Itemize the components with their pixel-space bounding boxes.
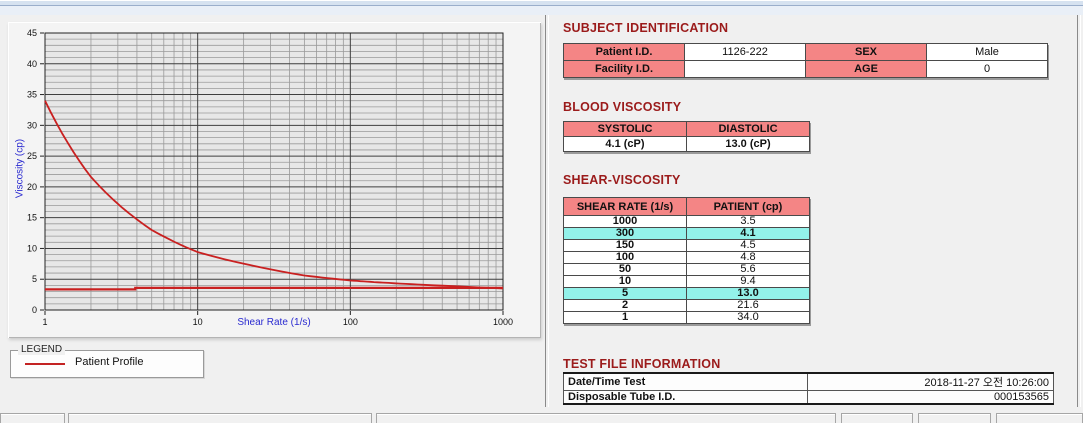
shear-rate-cell: 1000 [563, 215, 687, 228]
patient-profile-line-swatch [25, 363, 65, 365]
patient-viscosity-cell: 5.6 [686, 263, 810, 276]
svg-text:0: 0 [32, 305, 37, 315]
shear-viscosity-title: SHEAR-VISCOSITY [563, 173, 681, 187]
shear-rate-cell: 1 [563, 311, 687, 324]
shear-rate-cell: 2 [563, 299, 687, 312]
status-bar-segment [0, 413, 65, 423]
shear-rate-header: SHEAR RATE (1/s) [563, 197, 687, 216]
patient-viscosity-cell: 34.0 [686, 311, 810, 324]
table-row: 2 21.6 [563, 299, 810, 312]
status-bar-segment [918, 413, 991, 423]
legend-box: LEGEND Patient Profile [10, 344, 204, 378]
patient-viscosity-cell: 4.8 [686, 251, 810, 264]
test-file-information-table: Date/Time Test 2018-11-27 오전 10:26:00 Di… [563, 372, 1054, 405]
svg-text:30: 30 [27, 120, 37, 130]
patient-viscosity-cell: 9.4 [686, 275, 810, 288]
table-row: Date/Time Test 2018-11-27 오전 10:26:00 [563, 372, 1054, 391]
date-time-test-label: Date/Time Test [563, 372, 808, 391]
svg-text:10: 10 [27, 243, 37, 253]
svg-text:40: 40 [27, 59, 37, 69]
shear-rate-cell: 5 [563, 287, 687, 300]
table-row: 5 13.0 [563, 287, 810, 300]
y-axis-label: Viscosity (cp) [14, 138, 26, 199]
diastolic-value: 13.0 (cP) [686, 136, 810, 152]
shear-rate-cell: 300 [563, 227, 687, 240]
patient-viscosity-cell: 21.6 [686, 299, 810, 312]
svg-text:45: 45 [27, 28, 37, 38]
table-row: 100 4.8 [563, 251, 810, 264]
shear-rate-cell: 10 [563, 275, 687, 288]
test-file-information-title: TEST FILE INFORMATION [563, 357, 721, 371]
table-row: 150 4.5 [563, 239, 810, 252]
table-row: 50 5.6 [563, 263, 810, 276]
facility-id-value [684, 60, 806, 78]
blood-viscosity-table: SYSTOLIC DIASTOLIC 4.1 (cP) 13.0 (cP) [563, 121, 810, 152]
table-row: SYSTOLIC DIASTOLIC [563, 121, 810, 137]
patient-profile-label: Patient Profile [75, 356, 144, 368]
table-row: 300 4.1 [563, 227, 810, 240]
table-header-row: SHEAR RATE (1/s) PATIENT (cp) [563, 197, 810, 216]
table-row: 1000 3.5 [563, 215, 810, 228]
subject-identification-table: Patient I.D. 1126-222 SEX Male Facility … [563, 43, 1048, 78]
subject-identification-title: SUBJECT IDENTIFICATION [563, 21, 729, 35]
shear-rate-cell: 50 [563, 263, 687, 276]
status-bar-segment [68, 413, 372, 423]
table-row: Patient I.D. 1126-222 SEX Male [563, 43, 1048, 61]
facility-id-label: Facility I.D. [563, 60, 685, 78]
shear-viscosity-table: SHEAR RATE (1/s) PATIENT (cp) 1000 3.5 3… [563, 197, 810, 324]
age-value: 0 [926, 60, 1048, 78]
systolic-header: SYSTOLIC [563, 121, 687, 137]
svg-text:25: 25 [27, 151, 37, 161]
disposable-tube-id-value: 000153565 [807, 390, 1054, 405]
table-row: 10 9.4 [563, 275, 810, 288]
sex-label: SEX [805, 43, 927, 61]
table-row: Disposable Tube I.D. 000153565 [563, 390, 1054, 405]
diastolic-header: DIASTOLIC [686, 121, 810, 137]
patient-cp-header: PATIENT (cp) [686, 197, 810, 216]
table-row: 4.1 (cP) 13.0 (cP) [563, 136, 810, 152]
svg-text:15: 15 [27, 213, 37, 223]
date-time-test-value: 2018-11-27 오전 10:26:00 [807, 372, 1054, 391]
status-bar-segment [376, 413, 836, 423]
blood-viscosity-screen: 45 40 35 30 25 20 15 10 5 0 1 10 100 1000 Viscosity (… [0, 0, 1083, 423]
patient-id-label: Patient I.D. [563, 43, 685, 61]
panel-separator-right [1077, 15, 1081, 407]
x-axis-label: Shear Rate (1/s) [237, 317, 311, 328]
viscosity-chart-panel: 45 40 35 30 25 20 15 10 5 0 1 10 100 1000 Viscosity (… [8, 22, 541, 338]
status-bar-segment [996, 413, 1083, 423]
legend-box-label: LEGEND [18, 344, 66, 355]
patient-viscosity-cell: 3.5 [686, 215, 810, 228]
age-label: AGE [805, 60, 927, 78]
blood-viscosity-title: BLOOD VISCOSITY [563, 100, 682, 114]
table-row: 1 34.0 [563, 311, 810, 324]
svg-text:20: 20 [27, 182, 37, 192]
patient-viscosity-cell: 13.0 [686, 287, 810, 300]
systolic-value: 4.1 (cP) [563, 136, 687, 152]
svg-text:35: 35 [27, 90, 37, 100]
sex-value: Male [926, 43, 1048, 61]
shear-rate-cell: 150 [563, 239, 687, 252]
window-top-strip [0, 0, 1083, 15]
svg-text:5: 5 [32, 274, 37, 284]
disposable-tube-id-label: Disposable Tube I.D. [563, 390, 808, 405]
status-bar-segment [841, 413, 913, 423]
patient-id-value: 1126-222 [684, 43, 806, 61]
results-panel: SUBJECT IDENTIFICATION Patient I.D. 1126… [563, 15, 1063, 410]
patient-viscosity-cell: 4.1 [686, 227, 810, 240]
shear-rate-cell: 100 [563, 251, 687, 264]
panel-separator-left [545, 15, 549, 407]
viscosity-vs-shear-rate-chart: 4540353025201510501 10 100 1000 [27, 28, 513, 327]
patient-viscosity-cell: 4.5 [686, 239, 810, 252]
table-row: Facility I.D. AGE 0 [563, 60, 1048, 78]
